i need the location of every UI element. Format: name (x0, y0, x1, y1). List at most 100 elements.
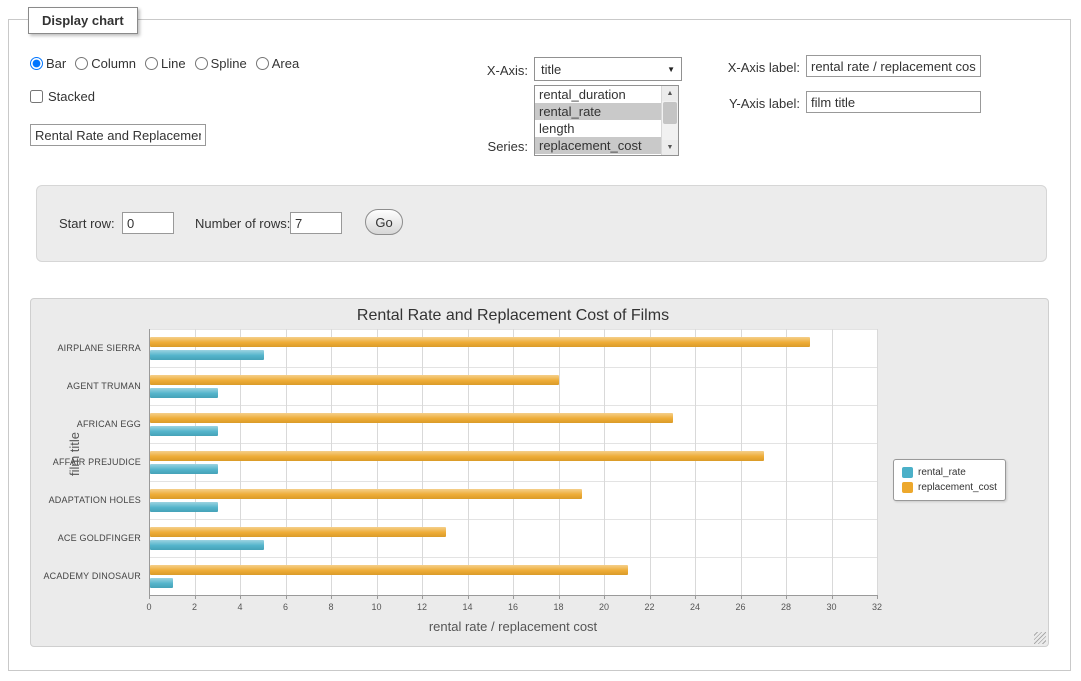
chart: Rental Rate and Replacement Cost of Film… (31, 299, 1048, 646)
bar-replacement_cost (150, 451, 764, 461)
chart-type-option-area[interactable]: Area (256, 56, 299, 71)
chart-type-option-label: Line (161, 56, 186, 71)
bar-rental_rate (150, 578, 173, 588)
x-axis-select-value: title (541, 62, 561, 77)
x-tick-label: 0 (134, 602, 164, 612)
start-row-label: Start row: (59, 216, 115, 231)
number-of-rows-input[interactable] (290, 212, 342, 234)
bar-replacement_cost (150, 337, 810, 347)
chart-type-radio-area[interactable] (256, 57, 269, 70)
chart-legend: rental_ratereplacement_cost (893, 459, 1006, 501)
category-label: AFRICAN EGG (31, 419, 141, 429)
grid-line-vertical (741, 329, 742, 595)
grid-line-vertical (286, 329, 287, 595)
chart-type-option-label: Area (272, 56, 299, 71)
chart-type-radio-group: Bar Column Line Spline Area (30, 56, 299, 71)
x-axis-title: rental rate / replacement cost (149, 619, 877, 634)
fieldset-legend-text: Display chart (42, 13, 124, 28)
series-listbox-scrollbar[interactable]: ▲ ▼ (661, 86, 678, 155)
x-tick-label: 20 (589, 602, 619, 612)
fieldset-legend: Display chart (28, 7, 138, 34)
x-axis-label-input[interactable] (806, 55, 981, 77)
bar-replacement_cost (150, 413, 673, 423)
grid-line-vertical (468, 329, 469, 595)
category-label: ADAPTATION HOLES (31, 495, 141, 505)
display-chart-page: Display chart Bar Column Line Spline Area St… (0, 0, 1081, 681)
chart-type-radio-line[interactable] (145, 57, 158, 70)
series-listbox[interactable]: rental_durationrental_ratelengthreplacem… (534, 85, 679, 156)
legend-item-replacement_cost[interactable]: replacement_cost (902, 480, 997, 495)
bar-replacement_cost (150, 565, 628, 575)
x-axis-line (149, 595, 878, 596)
x-axis-label-field-label: X-Axis label: (700, 60, 800, 75)
stacked-checkbox-row[interactable]: Stacked (30, 89, 95, 104)
chart-type-radio-bar[interactable] (30, 57, 43, 70)
chevron-down-icon: ▼ (667, 65, 675, 74)
y-axis-label-input[interactable] (806, 91, 981, 113)
bar-rental_rate (150, 464, 218, 474)
scroll-up-icon[interactable]: ▲ (662, 86, 678, 101)
go-button[interactable]: Go (365, 209, 403, 235)
chart-type-option-label: Bar (46, 56, 66, 71)
x-tick-label: 30 (817, 602, 847, 612)
x-tick-label: 6 (271, 602, 301, 612)
chart-type-radio-spline[interactable] (195, 57, 208, 70)
grid-line-vertical (650, 329, 651, 595)
x-axis-select[interactable]: title ▼ (534, 57, 682, 81)
legend-swatch (902, 467, 913, 478)
x-tick-label: 2 (180, 602, 210, 612)
chart-panel: Rental Rate and Replacement Cost of Film… (30, 298, 1049, 647)
bar-rental_rate (150, 426, 218, 436)
grid-line-vertical (331, 329, 332, 595)
chart-type-option-label: Column (91, 56, 136, 71)
y-axis-line (149, 329, 150, 595)
scrollbar-thumb[interactable] (663, 102, 677, 124)
y-axis-label-field-label: Y-Axis label: (700, 96, 800, 111)
x-axis-select-label: X-Axis: (428, 63, 528, 78)
stacked-checkbox[interactable] (30, 90, 43, 103)
bar-rental_rate (150, 350, 264, 360)
chart-type-option-bar[interactable]: Bar (30, 56, 66, 71)
start-row-input[interactable] (122, 212, 174, 234)
chart-type-option-spline[interactable]: Spline (195, 56, 247, 71)
grid-line-vertical (832, 329, 833, 595)
bar-rental_rate (150, 502, 218, 512)
category-label: ACADEMY DINOSAUR (31, 571, 141, 581)
x-tick-label: 22 (635, 602, 665, 612)
grid-line-vertical (559, 329, 560, 595)
bar-rental_rate (150, 540, 264, 550)
x-tick-label: 14 (453, 602, 483, 612)
chart-resize-handle[interactable] (1034, 632, 1046, 644)
x-tick-label: 16 (498, 602, 528, 612)
series-option-replacement_cost[interactable]: replacement_cost (535, 137, 661, 154)
bar-replacement_cost (150, 527, 446, 537)
bar-replacement_cost (150, 489, 582, 499)
x-tick-label: 28 (771, 602, 801, 612)
series-options: rental_durationrental_ratelengthreplacem… (535, 86, 661, 154)
chart-title: Rental Rate and Replacement Cost of Film… (149, 307, 877, 325)
category-label: AFFAIR PREJUDICE (31, 457, 141, 467)
x-tick-label: 8 (316, 602, 346, 612)
x-tick-label: 4 (225, 602, 255, 612)
grid-line-vertical (195, 329, 196, 595)
series-option-length[interactable]: length (535, 120, 661, 137)
grid-line-vertical (786, 329, 787, 595)
scroll-down-icon[interactable]: ▼ (662, 140, 678, 155)
chart-type-radio-column[interactable] (75, 57, 88, 70)
chart-type-option-line[interactable]: Line (145, 56, 186, 71)
series-option-rental_duration[interactable]: rental_duration (535, 86, 661, 103)
chart-type-option-column[interactable]: Column (75, 56, 136, 71)
grid-line-vertical (513, 329, 514, 595)
grid-line-vertical (604, 329, 605, 595)
legend-item-rental_rate[interactable]: rental_rate (902, 465, 997, 480)
number-of-rows-label: Number of rows: (195, 216, 290, 231)
grid-line-vertical (877, 329, 878, 595)
grid-line-vertical (422, 329, 423, 595)
grid-line-vertical (377, 329, 378, 595)
x-tick-label: 10 (362, 602, 392, 612)
chart-title-input[interactable] (30, 124, 206, 146)
row-range-panel: Start row: Number of rows: Go (36, 185, 1047, 262)
series-option-rental_rate[interactable]: rental_rate (535, 103, 661, 120)
series-select-label: Series: (428, 139, 528, 154)
x-tick-label: 26 (726, 602, 756, 612)
